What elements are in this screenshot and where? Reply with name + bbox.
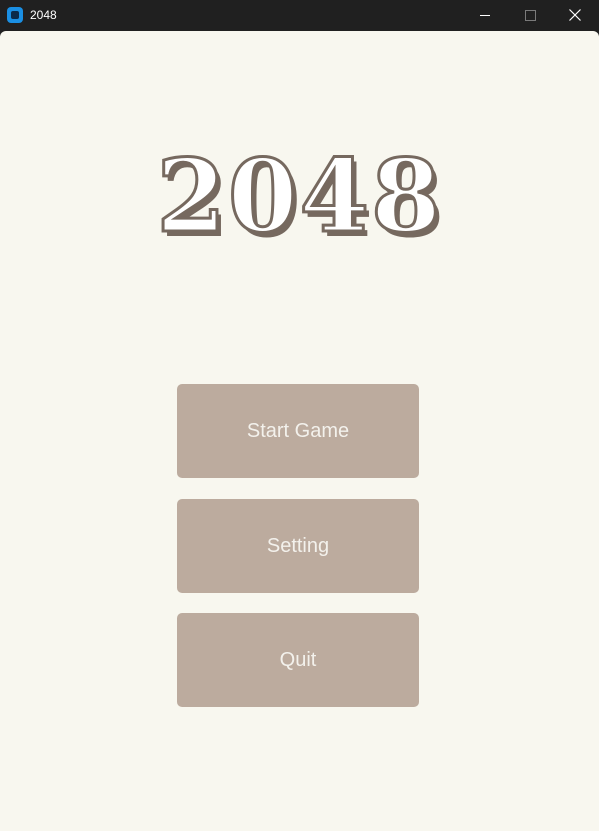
minimize-button[interactable] bbox=[462, 0, 508, 31]
maximize-icon bbox=[525, 10, 536, 21]
quit-button[interactable]: Quit bbox=[177, 613, 419, 707]
title-bar[interactable]: 2048 bbox=[0, 0, 599, 31]
game-logo: 2048 bbox=[155, 136, 443, 257]
setting-label: Setting bbox=[266, 534, 330, 557]
setting-button[interactable]: Setting bbox=[177, 499, 419, 593]
window-title: 2048 bbox=[30, 8, 57, 22]
close-button[interactable] bbox=[553, 0, 599, 31]
minimize-icon bbox=[480, 15, 490, 16]
app-icon bbox=[7, 7, 23, 23]
close-icon bbox=[569, 9, 581, 21]
maximize-button[interactable] bbox=[507, 0, 553, 31]
start-game-button[interactable]: Start Game bbox=[177, 384, 419, 478]
quit-label: Quit bbox=[279, 648, 317, 671]
start-game-label: Start Game bbox=[246, 419, 350, 442]
main-menu: 2048 Start Game Setting Quit bbox=[0, 31, 599, 831]
app-window: 2048 2048 Start Game Setting Quit bbox=[0, 0, 599, 831]
